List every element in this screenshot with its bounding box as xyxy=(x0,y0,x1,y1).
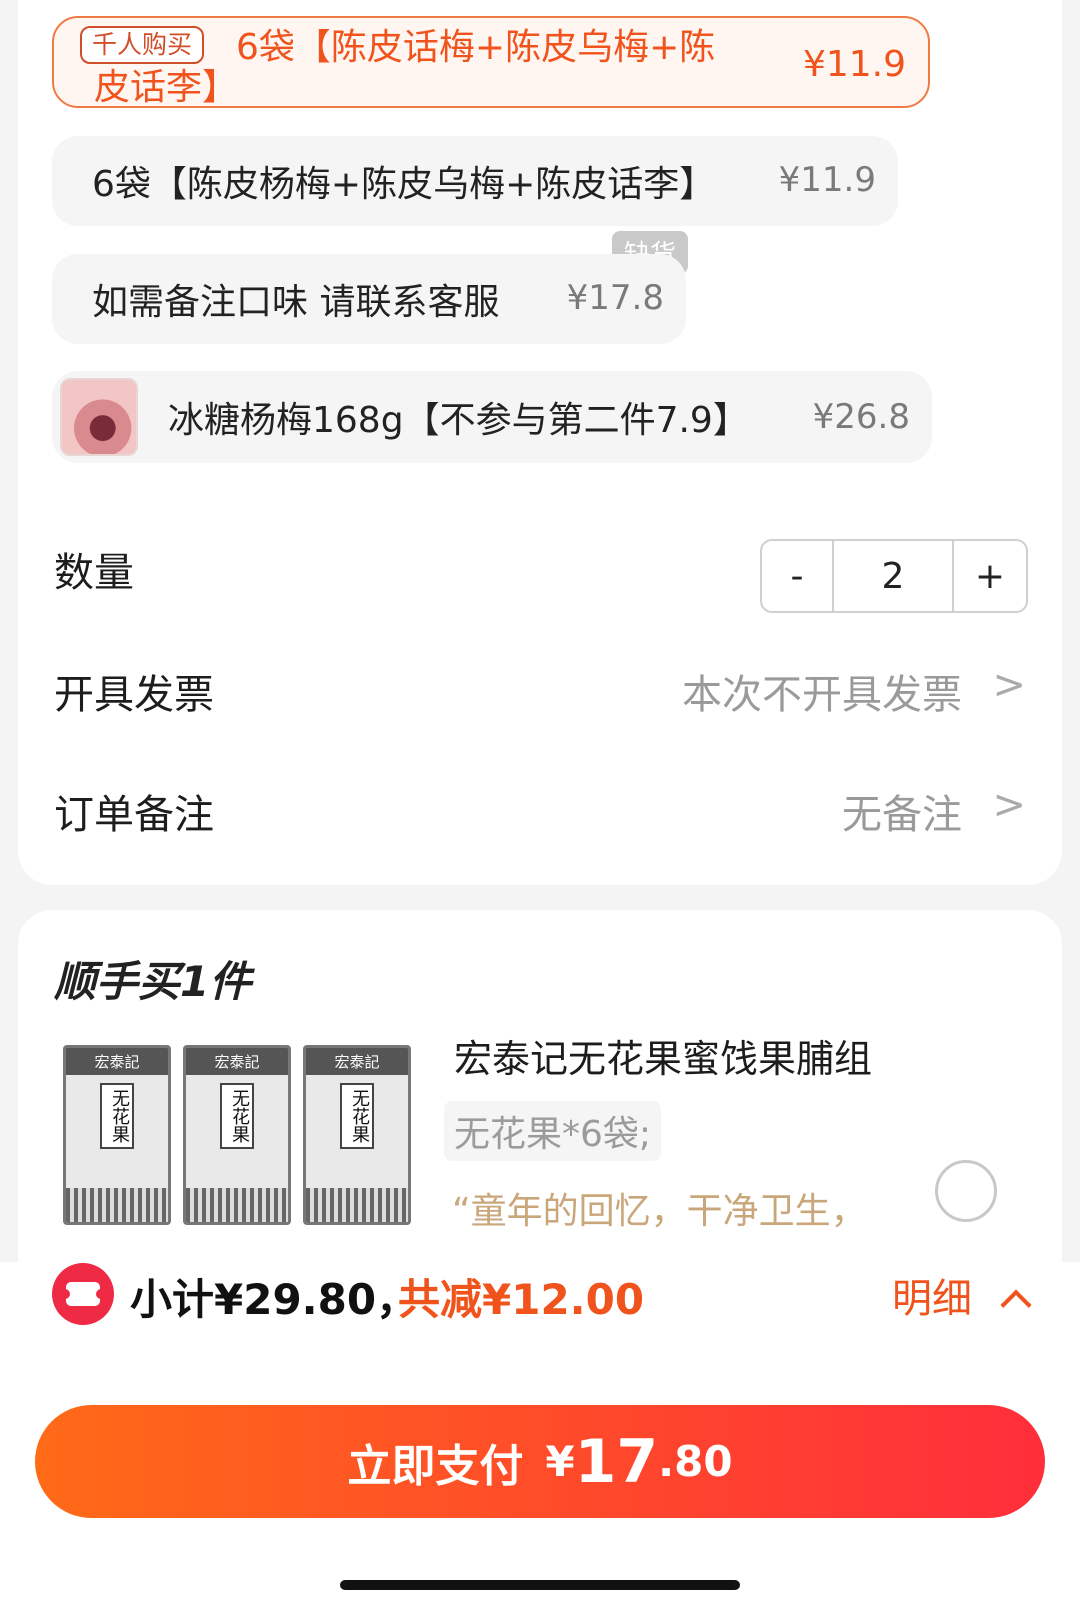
sku-name-line1: 6袋【陈皮话梅+陈皮乌梅+陈 xyxy=(236,27,716,68)
coupon-icon xyxy=(52,1263,114,1325)
sku-price: ¥11.9 xyxy=(778,160,876,200)
package-pattern xyxy=(306,1188,408,1222)
chevron-up-icon xyxy=(1000,1289,1032,1321)
product-image-name: 无花果 xyxy=(340,1083,374,1149)
invoice-label: 开具发票 xyxy=(54,672,214,718)
upsell-select-radio[interactable] xyxy=(935,1160,997,1222)
upsell-slogan: “童年的回忆，干净卫生， xyxy=(452,1191,867,1232)
product-brand-text: 宏泰記 xyxy=(66,1048,168,1075)
pay-currency: ¥ xyxy=(545,1437,575,1486)
pay-amount-decimal: .80 xyxy=(658,1437,733,1486)
sku-option[interactable]: 冰糖杨梅168g【不参与第二件7.9】 ¥26.8 xyxy=(52,371,932,463)
sku-option-out-of-stock[interactable]: 如需备注口味 请联系客服 ¥17.8 xyxy=(52,254,686,344)
sku-option-name: 如需备注口味 请联系客服 xyxy=(92,282,500,323)
product-image: 宏泰記 无花果 xyxy=(63,1045,171,1225)
sku-option-selected[interactable]: 千人购买 6袋【陈皮话梅+陈皮乌梅+陈 皮话李】 ¥11.9 xyxy=(52,16,930,108)
product-brand-text: 宏泰記 xyxy=(306,1048,408,1075)
remark-label: 订单备注 xyxy=(54,792,214,838)
sku-price: ¥26.8 xyxy=(812,397,910,437)
product-image-name: 无花果 xyxy=(100,1083,134,1149)
product-image: 宏泰記 无花果 xyxy=(183,1045,291,1225)
product-image: 宏泰記 无花果 xyxy=(303,1045,411,1225)
popular-tag: 千人购买 xyxy=(80,26,205,64)
remark-value: 无备注 xyxy=(842,792,962,838)
product-brand-text: 宏泰記 xyxy=(186,1048,288,1075)
sku-price: ¥17.8 xyxy=(566,278,664,318)
decrement-button[interactable]: - xyxy=(762,541,834,611)
increment-button[interactable]: + xyxy=(954,541,1026,611)
chevron-right-icon: > xyxy=(992,662,1026,708)
upsell-product-name[interactable]: 宏泰记无花果蜜饯果脯组 xyxy=(454,1028,872,1083)
invoice-value: 本次不开具发票 xyxy=(682,672,962,718)
sku-option-name: 冰糖杨梅168g【不参与第二件7.9】 xyxy=(168,400,749,441)
sku-price: ¥11.9 xyxy=(802,44,906,85)
product-image-name: 无花果 xyxy=(220,1083,254,1149)
quantity-label: 数量 xyxy=(54,550,134,596)
upsell-product-spec[interactable]: 无花果*6袋; xyxy=(444,1101,662,1161)
quantity-stepper: - 2 + xyxy=(760,539,1028,613)
chevron-right-icon: > xyxy=(992,782,1026,828)
sku-option[interactable]: 6袋【陈皮杨梅+陈皮乌梅+陈皮话李】 ¥11.9 xyxy=(52,136,898,226)
pay-now-button[interactable]: 立即支付 ¥ 17 .80 xyxy=(35,1405,1045,1518)
package-pattern xyxy=(66,1188,168,1222)
home-indicator[interactable] xyxy=(340,1580,740,1590)
package-pattern xyxy=(186,1188,288,1222)
candied-bayberry-thumbnail xyxy=(60,378,138,456)
quantity-input[interactable]: 2 xyxy=(834,541,954,611)
pay-amount-integer: 17 xyxy=(574,1426,659,1497)
sku-option-name: 千人购买 6袋【陈皮话梅+陈皮乌梅+陈 皮话李】 xyxy=(80,26,715,108)
sku-name-line2: 皮话李】 xyxy=(94,67,239,108)
subtotal-text: 小计¥29.80， xyxy=(130,1275,419,1324)
price-detail-button[interactable]: 明细 xyxy=(892,1266,1032,1324)
sku-option-name: 6袋【陈皮杨梅+陈皮乌梅+陈皮话李】 xyxy=(92,164,716,205)
upsell-title: 顺手买1件 xyxy=(54,957,252,1006)
detail-label: 明细 xyxy=(892,1276,972,1322)
discount-text: 共减¥12.00 xyxy=(398,1275,645,1324)
pay-button-label: 立即支付 xyxy=(347,1440,524,1492)
